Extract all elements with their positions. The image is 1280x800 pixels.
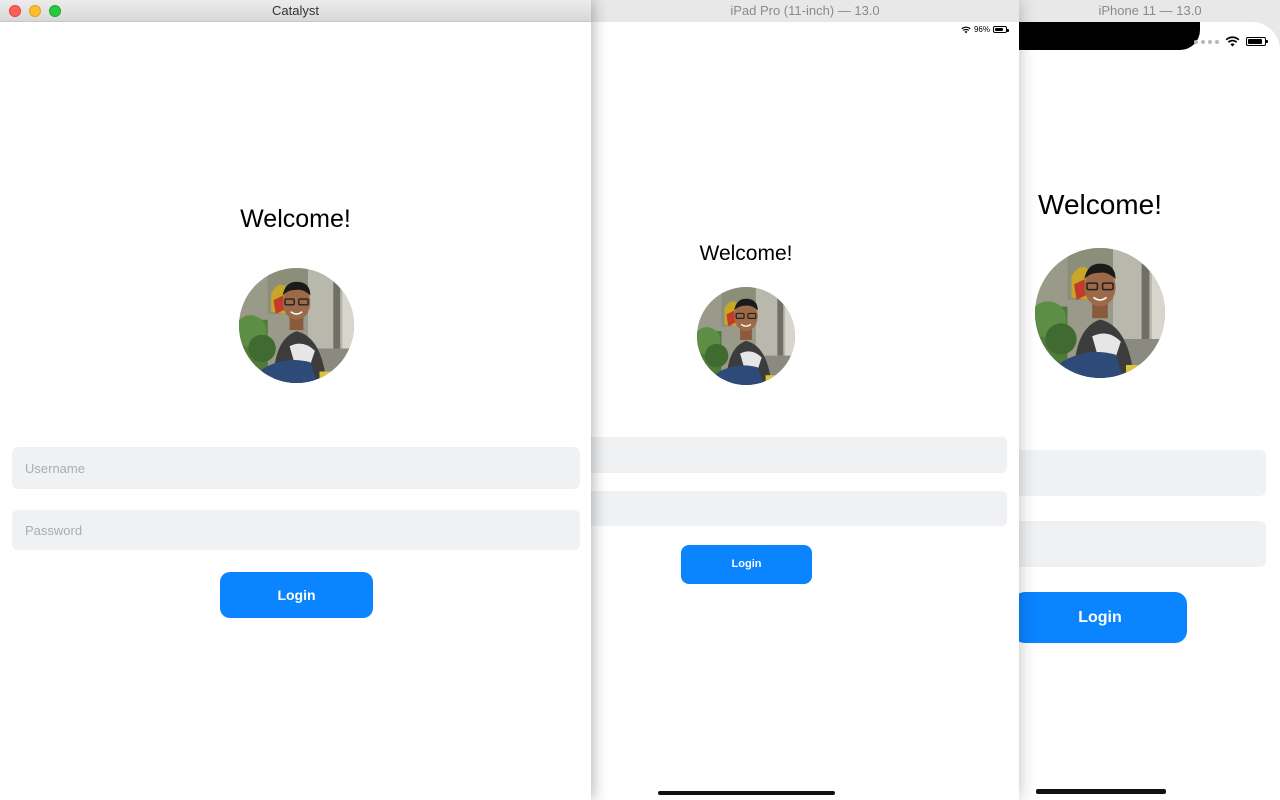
ipad-simulator-window: iPad Pro (11-inch) — 13.0 96% Welcome! L… bbox=[591, 0, 1019, 800]
zoom-button[interactable] bbox=[49, 5, 61, 17]
ipad-login-button[interactable]: Login bbox=[681, 545, 812, 584]
iphone-screen: Welcome! Login bbox=[1000, 22, 1280, 800]
iphone-simulator-window: iPhone 11 — 13.0 Welcome! Login bbox=[1000, 0, 1280, 800]
signal-dots-icon bbox=[1194, 39, 1219, 44]
iphone-avatar bbox=[1035, 248, 1165, 378]
ipad-avatar bbox=[697, 287, 795, 385]
catalyst-window-title: Catalyst bbox=[272, 3, 319, 18]
catalyst-avatar bbox=[239, 268, 354, 383]
ipad-window-title: iPad Pro (11-inch) — 13.0 bbox=[591, 0, 1019, 22]
username-field[interactable] bbox=[12, 447, 580, 489]
ipad-username-field[interactable] bbox=[591, 437, 1007, 473]
iphone-username-field[interactable] bbox=[1000, 450, 1266, 496]
battery-percentage: 96% bbox=[973, 25, 990, 34]
iphone-welcome-title: Welcome! bbox=[1038, 189, 1162, 220]
minimize-button[interactable] bbox=[29, 5, 41, 17]
ipad-password-field[interactable] bbox=[591, 491, 1007, 526]
iphone-notch bbox=[1000, 22, 1200, 50]
ipad-home-indicator bbox=[658, 791, 835, 795]
login-button[interactable]: Login bbox=[220, 572, 373, 618]
battery-icon bbox=[1246, 37, 1268, 46]
battery-icon bbox=[993, 26, 1009, 33]
ipad-welcome-title: Welcome! bbox=[699, 242, 793, 265]
close-button[interactable] bbox=[9, 5, 21, 17]
iphone-password-field[interactable] bbox=[1000, 521, 1266, 567]
catalyst-welcome-title: Welcome! bbox=[240, 205, 351, 233]
catalyst-window: Catalyst Welcome! Login bbox=[0, 0, 591, 800]
iphone-window-title: iPhone 11 — 13.0 bbox=[1000, 0, 1280, 22]
iphone-home-indicator bbox=[1036, 789, 1166, 794]
iphone-login-button[interactable]: Login bbox=[1013, 592, 1187, 643]
wifi-icon bbox=[961, 26, 971, 33]
password-field[interactable] bbox=[12, 510, 580, 550]
iphone-status-bar bbox=[1194, 36, 1268, 47]
wifi-icon bbox=[1225, 36, 1240, 47]
ipad-status-bar: 96% bbox=[961, 25, 1009, 34]
catalyst-titlebar: Catalyst bbox=[0, 0, 591, 22]
